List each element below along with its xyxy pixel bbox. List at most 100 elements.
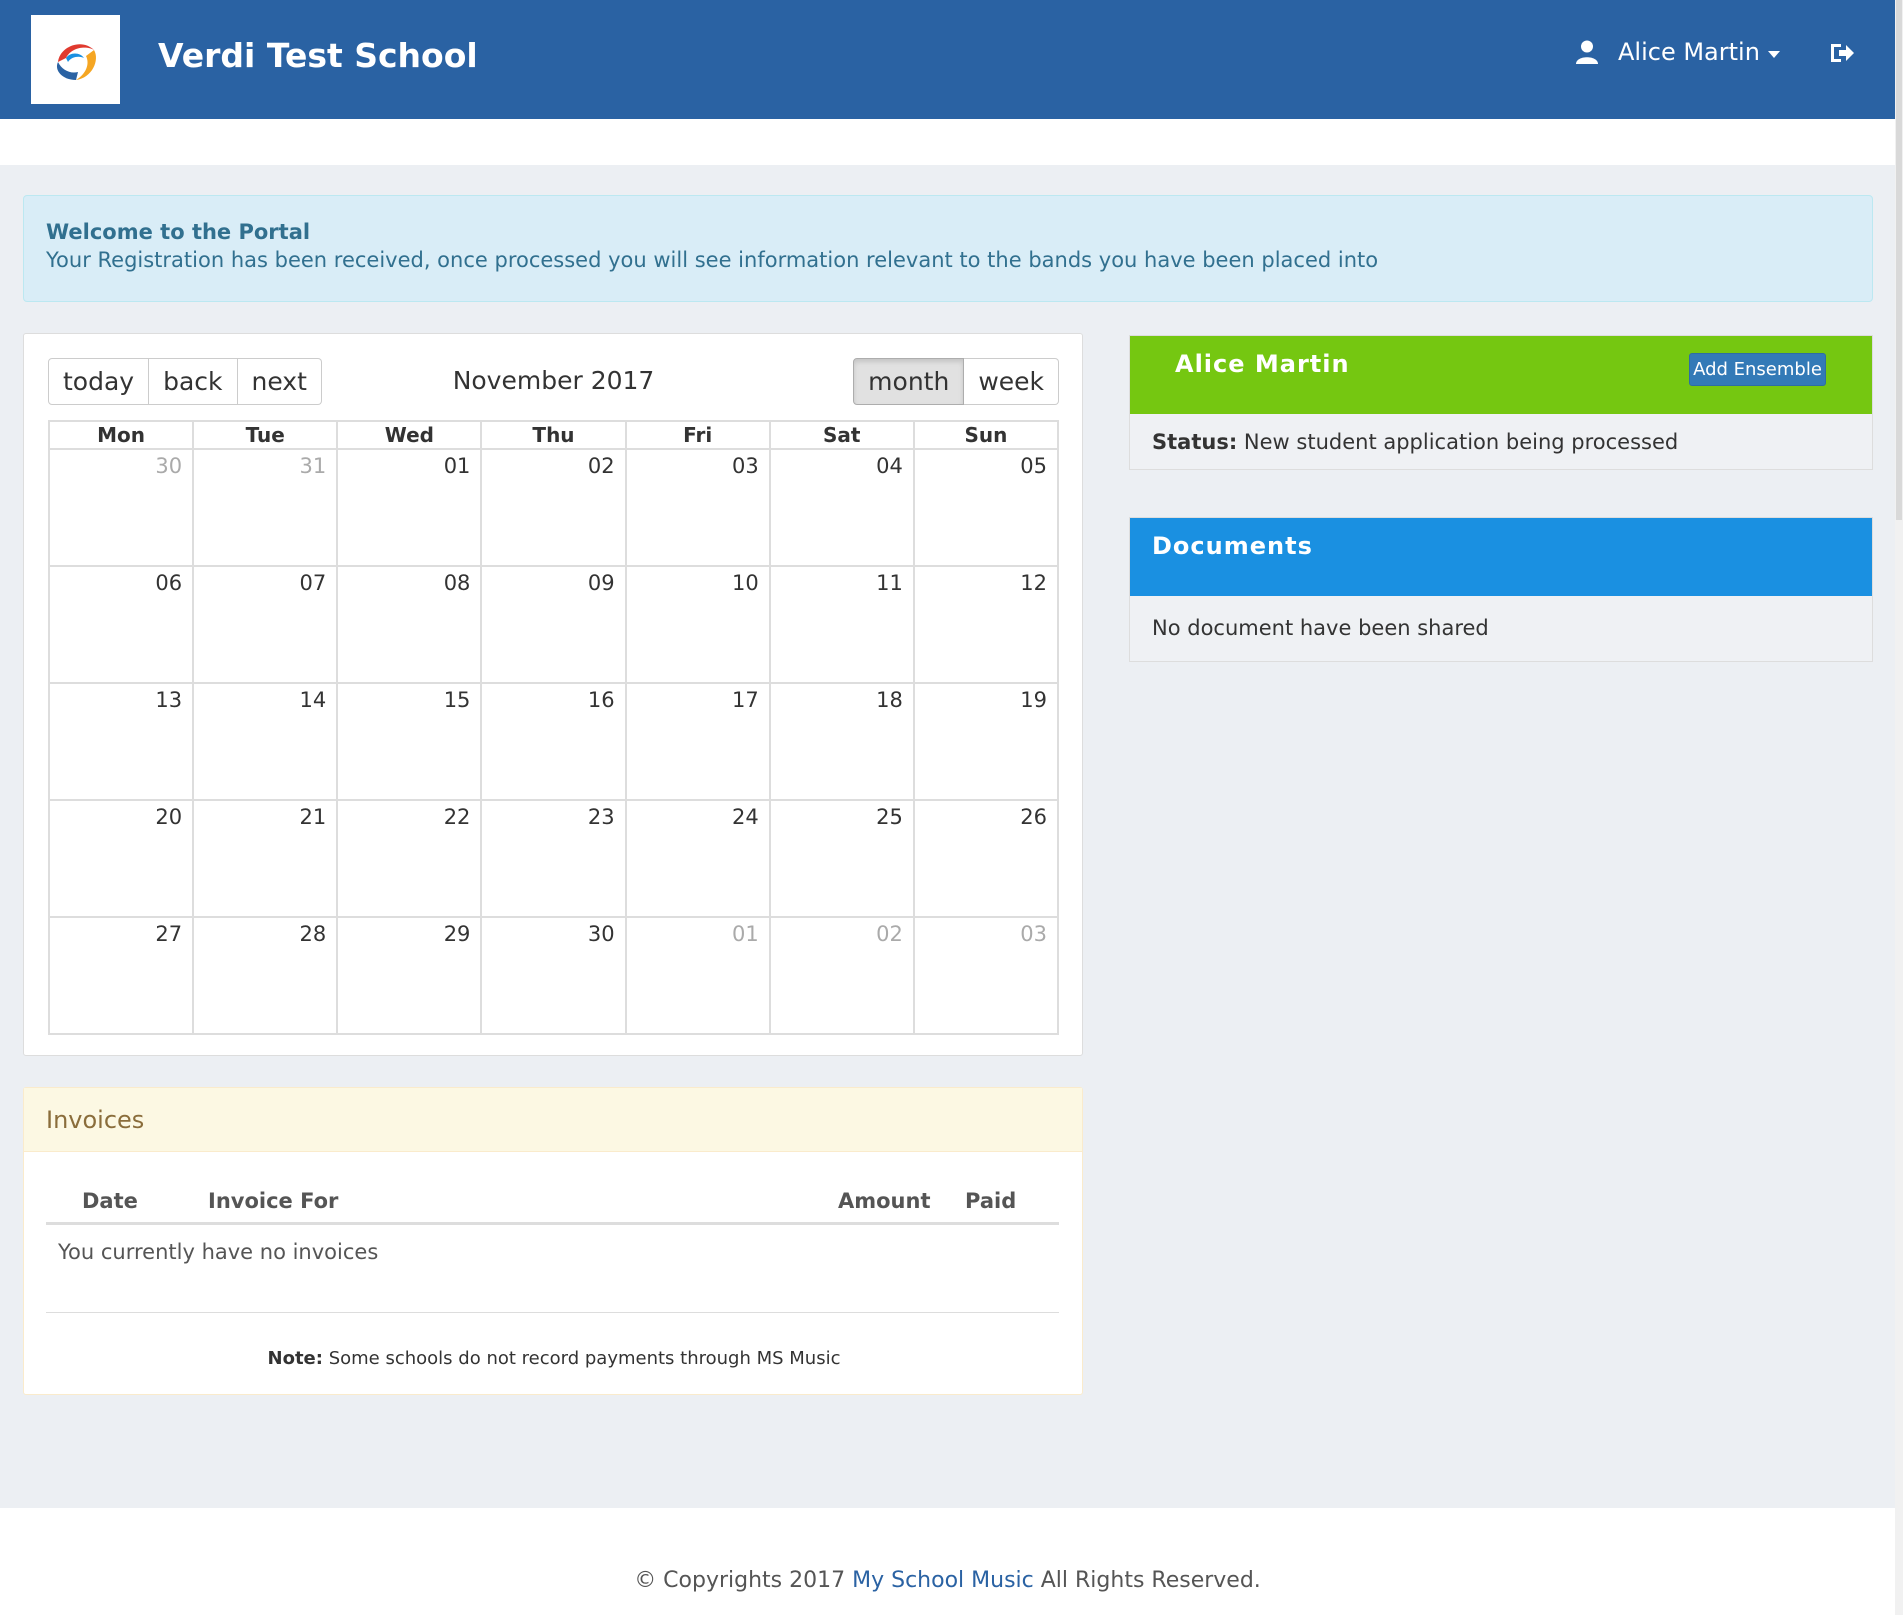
- today-button[interactable]: today: [48, 358, 150, 405]
- calendar-day-cell[interactable]: 18: [768, 682, 915, 801]
- weekday-header: Wed: [336, 420, 483, 450]
- calendar-day-cell[interactable]: 01: [336, 448, 483, 567]
- column-amount: Amount: [838, 1189, 931, 1213]
- calendar-day-cell[interactable]: 07: [192, 565, 339, 684]
- calendar-day-number: 19: [1020, 688, 1047, 712]
- user-icon: [1576, 40, 1598, 64]
- calendar-day-cell[interactable]: 16: [480, 682, 627, 801]
- calendar-week-row: 27 28 29 30 01 02 03: [47, 916, 1060, 1035]
- calendar-day-number: 07: [299, 571, 327, 595]
- weekday-header: Tue: [192, 420, 339, 450]
- calendar-day-cell[interactable]: 06: [47, 565, 195, 684]
- invoices-heading: Invoices: [24, 1088, 1082, 1152]
- calendar-day-number: 16: [587, 688, 615, 712]
- invoices-panel: Invoices Date Invoice For Amount Paid Yo…: [23, 1087, 1083, 1395]
- calendar-day-cell[interactable]: 25: [768, 799, 915, 918]
- calendar-day-cell[interactable]: 31: [192, 448, 339, 567]
- scrollbar-thumb[interactable]: [1896, 0, 1902, 520]
- calendar-day-cell[interactable]: 15: [336, 682, 483, 801]
- calendar-day-number: 02: [587, 454, 615, 478]
- status-label: Status:: [1152, 430, 1238, 454]
- student-panel: Alice Martin Add Ensemble Status: New st…: [1129, 335, 1873, 470]
- weekday-header: Fri: [624, 420, 771, 450]
- calendar-week-row: 06 07 08 09 10 11 12: [47, 565, 1060, 684]
- calendar-day-cell[interactable]: 01: [624, 916, 771, 1035]
- note-label: Note:: [267, 1348, 323, 1369]
- add-ensemble-button[interactable]: Add Ensemble: [1689, 353, 1826, 386]
- calendar-day-number: 06: [155, 571, 183, 595]
- month-view-button[interactable]: month: [853, 358, 965, 405]
- week-view-button[interactable]: week: [964, 358, 1059, 405]
- calendar-body: 30 31 01 02 03 04 05 06 07 08 09 10 11 12 13 14 15 16 17 18…: [47, 448, 1060, 1035]
- calendar-day-number: 29: [443, 922, 471, 946]
- calendar-day-cell[interactable]: 28: [192, 916, 339, 1035]
- weekday-header: Mon: [47, 420, 195, 450]
- calendar-day-cell[interactable]: 04: [768, 448, 915, 567]
- calendar-toolbar: November 2017 today back next month week: [48, 358, 1059, 405]
- next-button[interactable]: next: [237, 358, 322, 405]
- user-menu[interactable]: Alice Martin: [1576, 38, 1780, 66]
- footer-link[interactable]: My School Music: [852, 1568, 1034, 1593]
- calendar-day-number: 01: [443, 454, 471, 478]
- calendar-day-cell[interactable]: 10: [624, 565, 771, 684]
- calendar-day-cell[interactable]: 22: [336, 799, 483, 918]
- calendar-day-cell[interactable]: 24: [624, 799, 771, 918]
- note-text: Some schools do not record payments thro…: [328, 1348, 841, 1369]
- documents-title: Documents: [1152, 532, 1313, 560]
- logout-icon[interactable]: [1829, 41, 1855, 65]
- calendar-day-cell[interactable]: 30: [480, 916, 627, 1035]
- calendar-day-number: 11: [876, 571, 903, 595]
- calendar-day-cell[interactable]: 26: [912, 799, 1060, 918]
- subheader-strip: [0, 119, 1895, 165]
- calendar-day-cell[interactable]: 03: [912, 916, 1060, 1035]
- invoices-table: Date Invoice For Amount Paid You current…: [46, 1180, 1059, 1313]
- calendar-week-row: 13 14 15 16 17 18 19: [47, 682, 1060, 801]
- calendar-day-cell[interactable]: 13: [47, 682, 195, 801]
- calendar-day-cell[interactable]: 29: [336, 916, 483, 1035]
- calendar-day-cell[interactable]: 05: [912, 448, 1060, 567]
- calendar-day-cell[interactable]: 11: [768, 565, 915, 684]
- user-name: Alice Martin: [1618, 38, 1760, 66]
- student-panel-header: Alice Martin Add Ensemble: [1130, 336, 1872, 414]
- calendar-nav-group: today back next: [48, 358, 322, 405]
- calendar-day-cell[interactable]: 14: [192, 682, 339, 801]
- calendar-day-cell[interactable]: 03: [624, 448, 771, 567]
- calendar-day-cell[interactable]: 08: [336, 565, 483, 684]
- calendar-day-number: 05: [1020, 454, 1047, 478]
- weekday-header: Sat: [768, 420, 915, 450]
- calendar-weekday-header: Mon Tue Wed Thu Fri Sat Sun: [47, 420, 1060, 450]
- status-text: New student application being processed: [1243, 430, 1679, 454]
- calendar-day-cell[interactable]: 21: [192, 799, 339, 918]
- invoices-table-header: Date Invoice For Amount Paid: [46, 1180, 1059, 1225]
- calendar-day-number: 28: [299, 922, 327, 946]
- calendar-day-number: 21: [299, 805, 327, 829]
- calendar-view-group: month week: [853, 358, 1059, 405]
- calendar-day-number: 03: [1020, 922, 1047, 946]
- calendar-day-cell[interactable]: 30: [47, 448, 195, 567]
- calendar-day-cell[interactable]: 20: [47, 799, 195, 918]
- welcome-alert: Welcome to the Portal Your Registration …: [23, 195, 1873, 302]
- logo-icon: [53, 37, 98, 82]
- weekday-header: Sun: [912, 420, 1060, 450]
- calendar-day-cell[interactable]: 02: [480, 448, 627, 567]
- calendar-day-number: 26: [1020, 805, 1047, 829]
- calendar-day-cell[interactable]: 17: [624, 682, 771, 801]
- calendar-day-cell[interactable]: 02: [768, 916, 915, 1035]
- page-footer: © Copyrights 2017 My School Music All Ri…: [0, 1508, 1895, 1615]
- calendar-day-cell[interactable]: 23: [480, 799, 627, 918]
- calendar-day-cell[interactable]: 09: [480, 565, 627, 684]
- calendar-day-number: 20: [155, 805, 183, 829]
- calendar-day-number: 03: [731, 454, 759, 478]
- alert-text: Your Registration has been received, onc…: [46, 248, 1379, 272]
- calendar-grid: Mon Tue Wed Thu Fri Sat Sun 30 31 01 02 03 04…: [47, 420, 1060, 1035]
- calendar-day-cell[interactable]: 27: [47, 916, 195, 1035]
- calendar-day-number: 09: [587, 571, 615, 595]
- calendar-day-number: 30: [587, 922, 615, 946]
- school-logo[interactable]: [31, 15, 120, 104]
- school-name[interactable]: Verdi Test School: [158, 36, 478, 75]
- page-scrollbar[interactable]: [1895, 0, 1903, 1615]
- calendar-day-cell[interactable]: 12: [912, 565, 1060, 684]
- back-button[interactable]: back: [149, 358, 238, 405]
- alert-title: Welcome to the Portal: [46, 220, 311, 244]
- calendar-day-cell[interactable]: 19: [912, 682, 1060, 801]
